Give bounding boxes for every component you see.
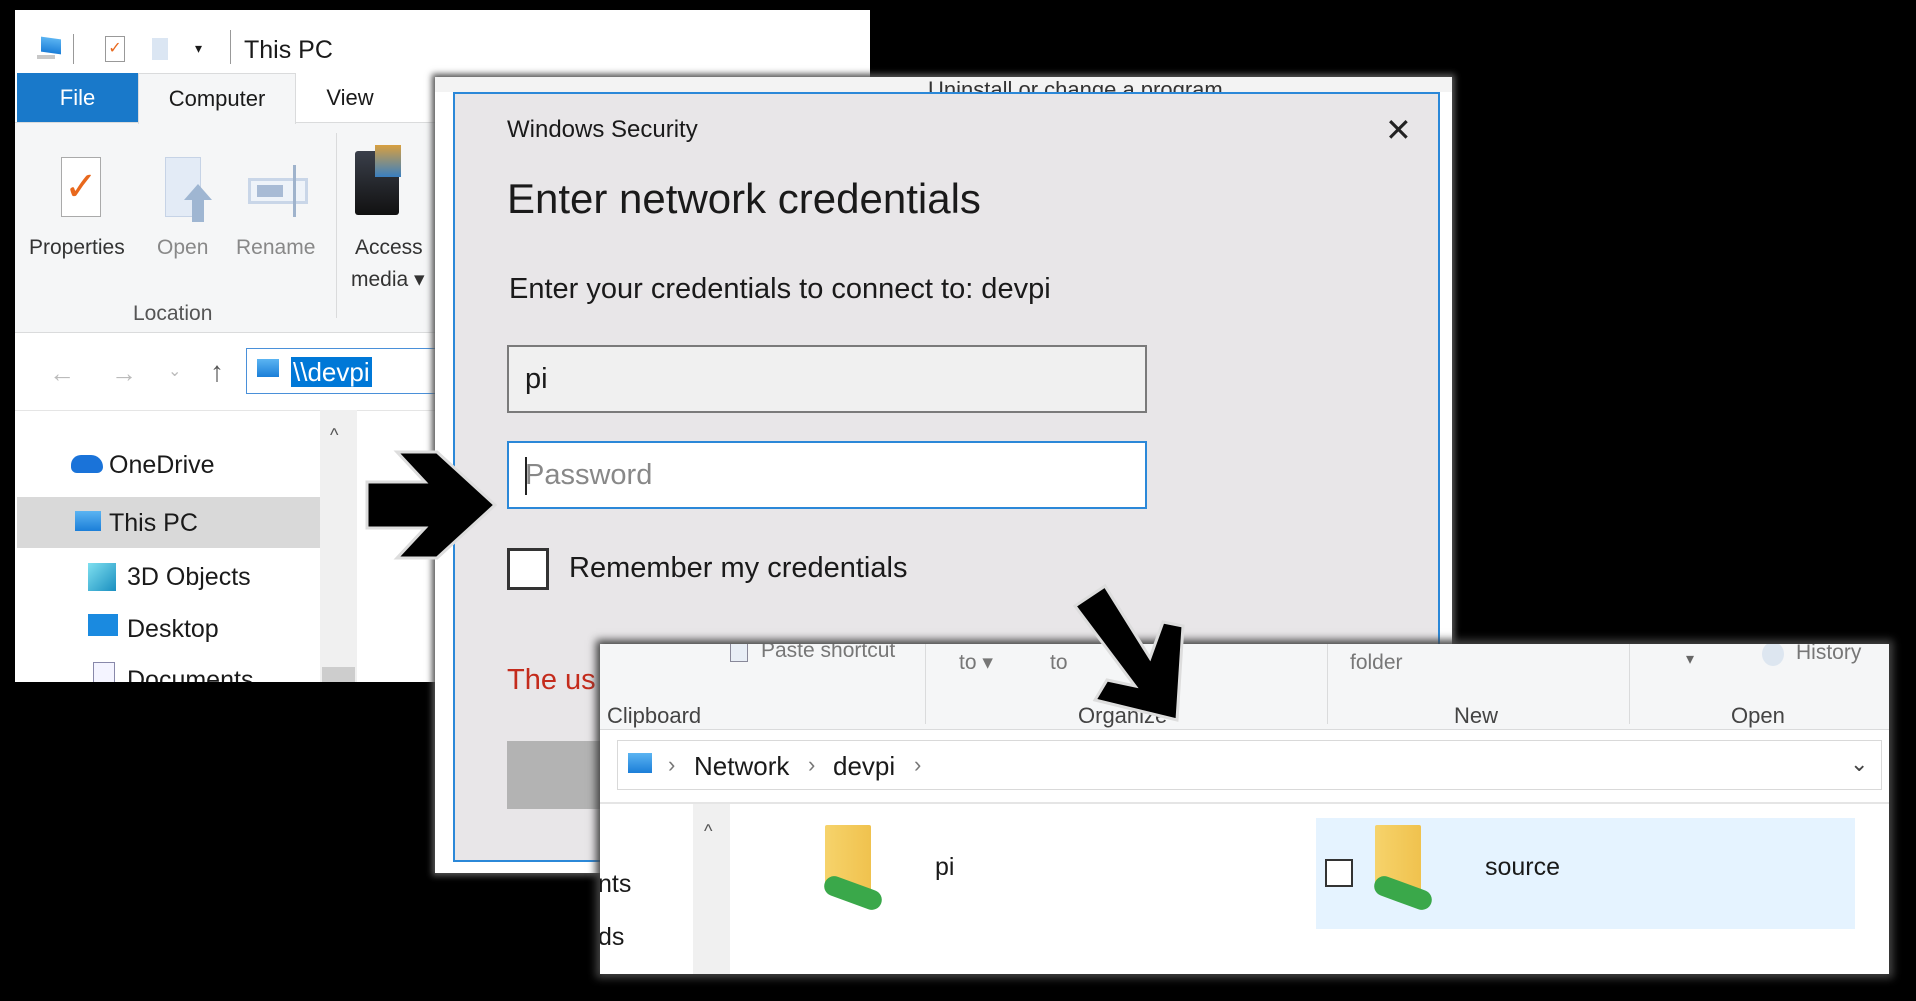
- documents-icon: [93, 662, 115, 682]
- back-arrow-icon[interactable]: ←: [49, 360, 75, 386]
- breadcrumb-devpi[interactable]: devpi: [833, 753, 895, 779]
- history-button[interactable]: History: [1796, 644, 1861, 663]
- dialog-heading: Enter network credentials: [507, 175, 981, 222]
- properties-icon: ✓: [61, 157, 101, 217]
- window-title: This PC: [244, 36, 333, 64]
- close-icon[interactable]: ✕: [1385, 114, 1412, 146]
- quick-access-dropdown-icon[interactable]: ▾: [195, 41, 202, 55]
- access-media-text: media: [351, 268, 409, 291]
- new-folder-button[interactable]: folder: [1350, 652, 1403, 673]
- move-to-text: to: [959, 651, 977, 674]
- onedrive-icon: [71, 455, 103, 473]
- separator: [336, 133, 337, 318]
- scroll-up-icon[interactable]: ^: [330, 426, 338, 444]
- password-input[interactable]: Password: [507, 441, 1147, 509]
- tab-view[interactable]: View: [305, 73, 395, 123]
- rename-icon[interactable]: [248, 165, 308, 217]
- open-dropdown-icon[interactable]: ▾: [1686, 652, 1694, 668]
- this-pc-icon: [628, 753, 652, 773]
- breadcrumb-network[interactable]: Network: [694, 753, 789, 779]
- new-folder-quick-icon[interactable]: [152, 38, 168, 60]
- nav-this-pc: This PC: [109, 509, 198, 537]
- remember-label[interactable]: Remember my credentials: [569, 554, 907, 583]
- group-clipboard-label: Clipboard: [607, 703, 702, 728]
- text-cursor: [525, 457, 527, 495]
- folder-name: pi: [935, 853, 955, 881]
- nav-this-pc-row[interactable]: This PC: [17, 497, 320, 548]
- folder-item-source[interactable]: source: [1316, 818, 1855, 929]
- tab-computer[interactable]: Computer: [138, 73, 296, 124]
- error-message: The us: [507, 664, 596, 696]
- separator: [925, 644, 926, 724]
- divider: [600, 802, 1889, 804]
- properties-label[interactable]: Properties: [29, 237, 125, 258]
- tab-file[interactable]: File: [17, 73, 138, 123]
- background-control-panel-strip: Uninstall or change a program: [435, 77, 1452, 92]
- folder-name: source: [1485, 853, 1561, 881]
- nav-documents[interactable]: Documents: [127, 668, 253, 683]
- folder-item-pi[interactable]: pi: [819, 825, 954, 919]
- group-location-label: Location: [133, 302, 213, 325]
- arrow-down-right-icon: [1072, 583, 1185, 722]
- paste-shortcut-button[interactable]: Paste shortcut: [761, 644, 895, 661]
- up-arrow-icon[interactable]: ↑: [210, 358, 224, 386]
- move-to-button[interactable]: to ▾: [959, 652, 993, 673]
- breadcrumb-chevron-icon[interactable]: ›: [808, 754, 815, 776]
- this-pc-icon: [75, 511, 101, 531]
- username-input[interactable]: pi: [507, 345, 1147, 413]
- desktop-icon: [88, 614, 118, 636]
- dialog-window-title: Windows Security: [507, 116, 698, 143]
- 3d-objects-icon: [88, 563, 116, 591]
- paste-shortcut-icon: [730, 644, 748, 662]
- nav-3d-objects[interactable]: 3D Objects: [127, 565, 251, 590]
- recent-dropdown-icon[interactable]: ⌄: [168, 364, 181, 380]
- group-open-label: Open: [1731, 703, 1785, 728]
- ribbon: Paste shortcut to ▾ to folder ▾ History …: [600, 644, 1889, 730]
- rename-label[interactable]: Rename: [236, 237, 315, 258]
- access-media-label-2[interactable]: media ▾: [351, 269, 425, 290]
- scroll-thumb[interactable]: [322, 667, 355, 682]
- separator: [1629, 644, 1630, 724]
- address-history-dropdown-icon[interactable]: ⌄: [1850, 753, 1868, 775]
- file-explorer-devpi: Paste shortcut to ▾ to folder ▾ History …: [600, 644, 1889, 974]
- breadcrumb-chevron-icon[interactable]: ›: [914, 754, 921, 776]
- forward-arrow-icon[interactable]: →: [111, 360, 137, 386]
- arrow-right-icon: [365, 450, 498, 560]
- this-pc-icon: [37, 36, 63, 60]
- scroll-up-icon[interactable]: ^: [704, 822, 712, 840]
- open-icon[interactable]: [165, 157, 212, 222]
- nav-item-partial[interactable]: ds: [600, 925, 624, 950]
- background-uninstall-link: Uninstall or change a program: [928, 77, 1223, 93]
- dialog-prompt: Enter your credentials to connect to: de…: [509, 273, 1051, 305]
- breadcrumb-chevron-icon[interactable]: ›: [668, 754, 675, 776]
- group-new-label: New: [1454, 703, 1499, 728]
- address-bar[interactable]: › Network › devpi › ⌄: [617, 740, 1882, 790]
- separator: [230, 30, 231, 64]
- nav-item-partial[interactable]: nts: [600, 872, 631, 897]
- open-label[interactable]: Open: [157, 237, 208, 258]
- history-icon: [1762, 644, 1784, 666]
- address-text[interactable]: \\devpi: [291, 357, 372, 387]
- password-placeholder: Password: [525, 458, 653, 491]
- access-media-icon[interactable]: [355, 145, 401, 215]
- item-select-checkbox[interactable]: [1325, 859, 1353, 887]
- separator: [1327, 644, 1328, 724]
- access-media-label[interactable]: Access: [355, 237, 423, 258]
- properties-button[interactable]: ✓: [57, 157, 105, 217]
- properties-quick-icon[interactable]: ✓: [105, 36, 125, 62]
- nav-scrollbar[interactable]: ^: [693, 804, 730, 974]
- separator: [73, 34, 74, 64]
- this-pc-icon: [257, 359, 279, 377]
- nav-scrollbar[interactable]: ^: [320, 410, 357, 682]
- nav-desktop[interactable]: Desktop: [127, 617, 219, 642]
- nav-onedrive[interactable]: OneDrive: [109, 453, 215, 478]
